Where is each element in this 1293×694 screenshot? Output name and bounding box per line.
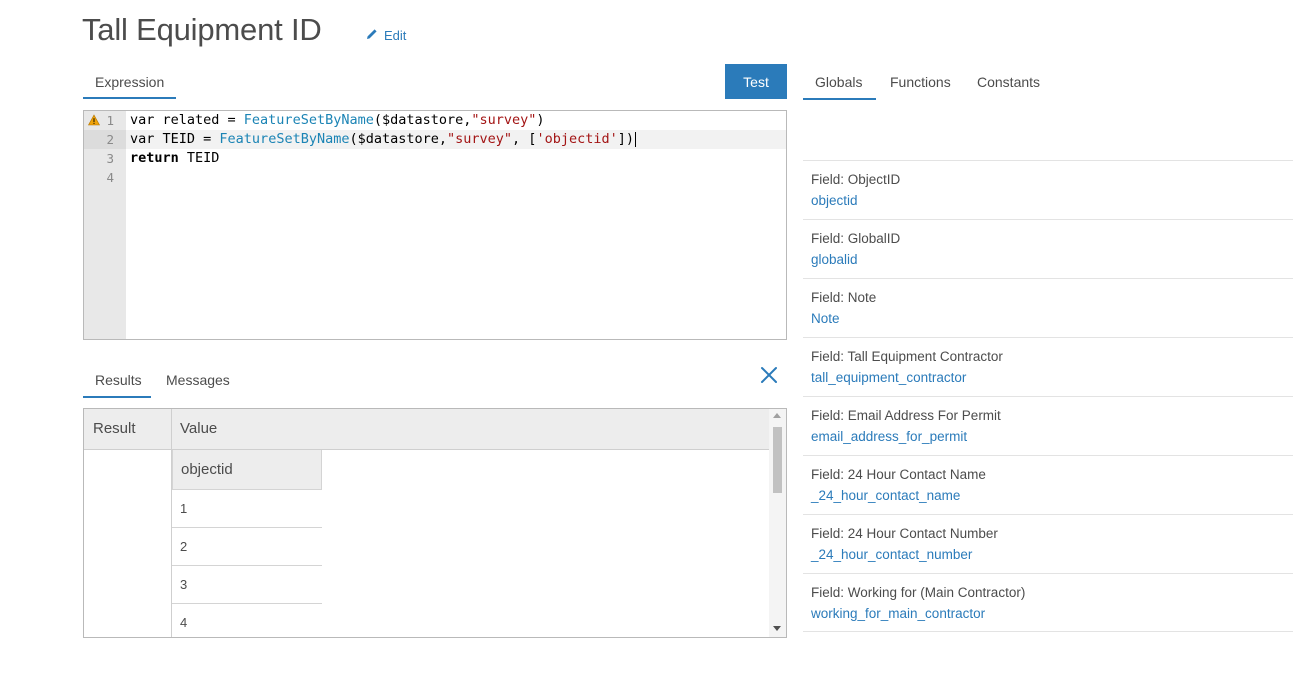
line-number: 1	[106, 113, 114, 128]
list-item[interactable]: Field: Working for (Main Contractor) wor…	[803, 573, 1293, 632]
line-number: 3	[106, 151, 114, 166]
code-text: ($datastore,	[373, 112, 472, 128]
pencil-icon	[366, 28, 378, 43]
line-code: var related = FeatureSetByName($datastor…	[130, 111, 545, 130]
global-label: Field: Working for (Main Contractor)	[811, 585, 1026, 600]
tab-messages[interactable]: Messages	[166, 364, 230, 398]
column-header-result: Result	[93, 420, 136, 437]
line-number: 4	[106, 170, 114, 185]
text-cursor	[634, 131, 636, 147]
line-number: 2	[106, 132, 114, 147]
list-item[interactable]: Field: ObjectID objectid	[803, 160, 1293, 219]
code-text: related =	[154, 112, 244, 128]
line-code: return TEID	[130, 149, 219, 168]
code-editor[interactable]: 1 var related = FeatureSetByName($datast…	[83, 110, 787, 340]
global-name-link[interactable]: Note	[811, 310, 1293, 328]
column-header-value: Value	[180, 420, 218, 437]
edit-label: Edit	[384, 28, 407, 43]
list-item[interactable]: Field: Email Address For Permit email_ad…	[803, 396, 1293, 455]
global-label: Field: ObjectID	[811, 172, 901, 187]
vertical-scrollbar[interactable]	[769, 409, 786, 637]
code-text: TEID	[178, 150, 220, 166]
results-table: Result Value objectid 1 2 3 4	[83, 408, 787, 638]
code-text: ($datastore,	[349, 131, 448, 147]
table-row: 4	[180, 615, 188, 630]
list-item[interactable]: Field: Tall Equipment Contractor tall_eq…	[803, 337, 1293, 396]
code-line-1[interactable]: 1 var related = FeatureSetByName($datast…	[84, 111, 786, 130]
inner-table-header: objectid	[172, 450, 322, 490]
global-label: Field: Tall Equipment Contractor	[811, 349, 1003, 364]
string-literal: "survey"	[471, 112, 537, 128]
string-literal: 'objectid'	[536, 131, 618, 147]
code-line-2[interactable]: 2 var TEID = FeatureSetByName($datastore…	[84, 130, 786, 149]
table-row: 2	[172, 528, 322, 566]
code-line-4[interactable]: 4	[84, 168, 786, 187]
table-row: 1	[172, 490, 322, 528]
global-name-link[interactable]: objectid	[811, 192, 1293, 210]
global-label: Field: 24 Hour Contact Name	[811, 467, 986, 482]
code-text: , [	[512, 131, 537, 147]
global-name-link[interactable]: _24_hour_contact_number	[811, 546, 1293, 564]
tab-globals[interactable]: Globals	[803, 66, 876, 100]
code-text: ])	[617, 131, 634, 147]
tab-functions[interactable]: Functions	[890, 66, 951, 100]
code-line-3[interactable]: 3 return TEID	[84, 149, 786, 168]
global-name-link[interactable]: tall_equipment_contractor	[811, 369, 1293, 387]
global-name-link[interactable]: working_for_main_contractor	[811, 605, 1293, 623]
list-item[interactable]: Field: GlobalID globalid	[803, 219, 1293, 278]
line-code: var TEID = FeatureSetByName($datastore,"…	[130, 130, 636, 149]
scroll-up-arrow-icon[interactable]	[773, 413, 781, 418]
code-text: TEID =	[154, 131, 220, 147]
function-name: FeatureSetByName	[243, 112, 374, 128]
string-literal: "survey"	[447, 131, 513, 147]
table-row: 3	[172, 566, 322, 604]
list-item[interactable]: Field: 24 Hour Contact Number _24_hour_c…	[803, 514, 1293, 573]
global-label: Field: Note	[811, 290, 877, 305]
results-header-row: Result Value	[84, 409, 770, 450]
global-name-link[interactable]: email_address_for_permit	[811, 428, 1293, 446]
keyword: var	[130, 112, 155, 128]
code-text: )	[536, 112, 545, 128]
keyword: var	[130, 131, 155, 147]
globals-list: Field: ObjectID objectid Field: GlobalID…	[803, 160, 1293, 632]
test-button[interactable]: Test	[725, 64, 787, 99]
page-title: Tall Equipment ID	[82, 12, 322, 47]
scroll-down-arrow-icon[interactable]	[773, 626, 781, 631]
list-item[interactable]: Field: 24 Hour Contact Name _24_hour_con…	[803, 455, 1293, 514]
global-name-link[interactable]: _24_hour_contact_name	[811, 487, 1293, 505]
global-label: Field: GlobalID	[811, 231, 901, 246]
tab-constants[interactable]: Constants	[977, 66, 1040, 100]
global-label: Field: 24 Hour Contact Number	[811, 526, 998, 541]
function-name: FeatureSetByName	[219, 131, 350, 147]
global-label: Field: Email Address For Permit	[811, 408, 1001, 423]
global-name-link[interactable]: globalid	[811, 251, 1293, 269]
list-item[interactable]: Field: Note Note	[803, 278, 1293, 337]
close-icon[interactable]	[758, 364, 780, 386]
keyword: return	[130, 150, 179, 166]
tab-expression[interactable]: Expression	[83, 66, 176, 99]
tab-results[interactable]: Results	[83, 364, 151, 398]
scroll-thumb[interactable]	[773, 427, 782, 493]
edit-title-link[interactable]: Edit	[366, 28, 406, 43]
